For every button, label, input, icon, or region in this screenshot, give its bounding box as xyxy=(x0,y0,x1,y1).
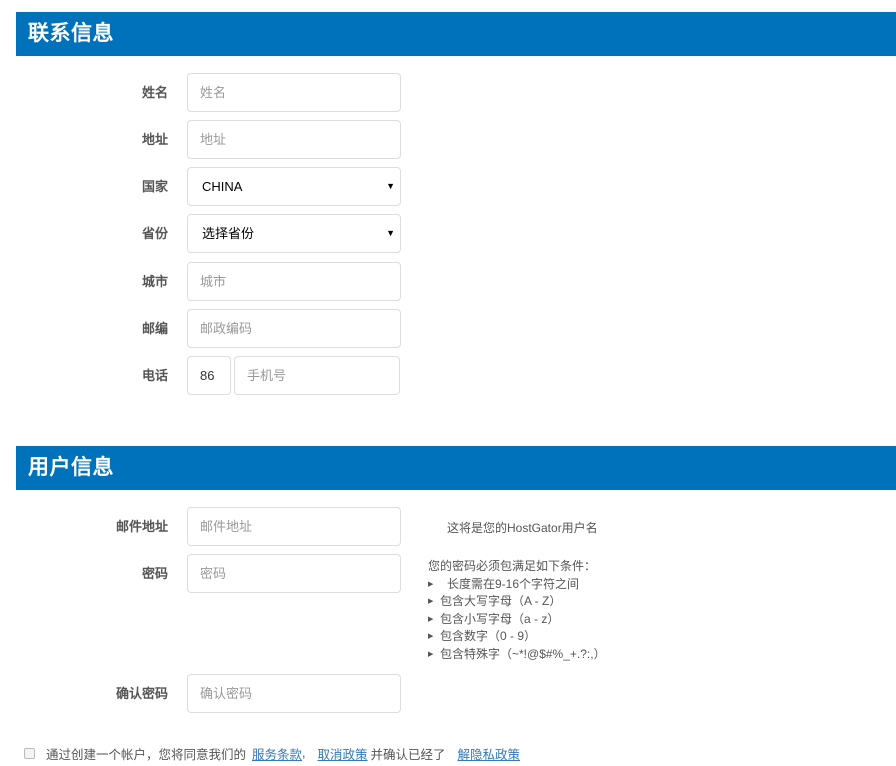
address-input[interactable] xyxy=(187,120,401,159)
requirement-item: ▶ 包含数字（0 - 9） xyxy=(428,628,606,646)
bullet-icon: ▶ xyxy=(428,650,434,658)
bullet-icon: ▶ xyxy=(428,633,434,640)
email-hint: 这将是您的HostGator用户名 xyxy=(447,521,598,535)
name-label: 姓名 xyxy=(141,85,168,100)
country-label: 国家 xyxy=(141,179,168,194)
country-select[interactable]: CHINA ▼ xyxy=(187,167,401,206)
terms-of-service-link[interactable]: 服务条款 xyxy=(252,744,302,763)
province-selected-value: 选择省份 xyxy=(202,226,255,241)
requirement-item: ▶ 包含大写字母（A - Z） xyxy=(428,593,606,611)
phone-row: 电话 xyxy=(0,356,896,395)
terms-checkbox[interactable] xyxy=(24,747,35,759)
password-requirements-title: 您的密码必须包满足如下条件： xyxy=(428,559,597,573)
email-label: 邮件地址 xyxy=(115,519,168,534)
zip-row: 邮编 xyxy=(0,309,896,348)
name-input[interactable] xyxy=(187,73,401,112)
privacy-policy-link[interactable]: 解隐私政策 xyxy=(458,744,521,763)
password-requirements: 您的密码必须包满足如下条件： ▶ 长度需在9-16个字符之间 ▶ 包含大写字母（A … xyxy=(428,558,606,663)
phone-input[interactable] xyxy=(234,356,400,395)
province-select[interactable]: 选择省份 ▼ xyxy=(187,214,401,253)
zip-label: 邮编 xyxy=(141,321,168,336)
terms-separator: , xyxy=(302,746,306,760)
password-requirements-list: ▶ 长度需在9-16个字符之间 ▶ 包含大写字母（A - Z） ▶ 包含小写字母（a … xyxy=(428,576,606,664)
city-input[interactable] xyxy=(187,262,401,301)
zip-input[interactable] xyxy=(187,309,401,348)
terms-text-before: 通过创建一个帐户，您将同意我们的 xyxy=(46,747,247,762)
contact-info-header: 联系信息 xyxy=(16,12,896,56)
requirement-item: ▶ 长度需在9-16个字符之间 xyxy=(428,576,606,594)
confirm-password-row: 确认密码 xyxy=(0,674,896,713)
chevron-down-icon: ▼ xyxy=(386,228,395,238)
user-info-header: 用户信息 xyxy=(16,446,896,490)
confirm-password-input[interactable] xyxy=(187,674,401,713)
address-row: 地址 xyxy=(0,120,896,159)
city-row: 城市 xyxy=(0,262,896,301)
name-row: 姓名 xyxy=(0,73,896,112)
chevron-down-icon: ▼ xyxy=(386,181,395,191)
password-input[interactable] xyxy=(187,554,401,593)
city-label: 城市 xyxy=(141,274,168,289)
email-input[interactable] xyxy=(187,507,401,546)
cancellation-policy-link[interactable]: 取消政策 xyxy=(318,744,368,763)
confirm-password-label: 确认密码 xyxy=(115,686,168,701)
country-row: 国家 CHINA ▼ xyxy=(0,167,896,206)
requirement-item: ▶ 包含特殊字（~*!@$#%_+.?:,） xyxy=(428,646,606,664)
terms-agreement: 通过创建一个帐户，您将同意我们的 服务条款 , 取消政策 并确认已经了 解隐私政… xyxy=(24,744,520,762)
bullet-icon: ▶ xyxy=(428,598,434,605)
address-label: 地址 xyxy=(141,132,168,147)
bullet-icon: ▶ xyxy=(428,580,434,588)
province-row: 省份 选择省份 ▼ xyxy=(0,214,896,253)
password-label: 密码 xyxy=(141,566,168,581)
province-label: 省份 xyxy=(141,226,168,241)
requirement-item: ▶ 包含小写字母（a - z） xyxy=(428,611,606,629)
country-code-input[interactable] xyxy=(187,356,231,395)
bullet-icon: ▶ xyxy=(428,615,434,623)
country-selected-value: CHINA xyxy=(202,179,243,194)
terms-text-middle: 并确认已经了 xyxy=(370,747,446,762)
phone-label: 电话 xyxy=(141,368,168,383)
